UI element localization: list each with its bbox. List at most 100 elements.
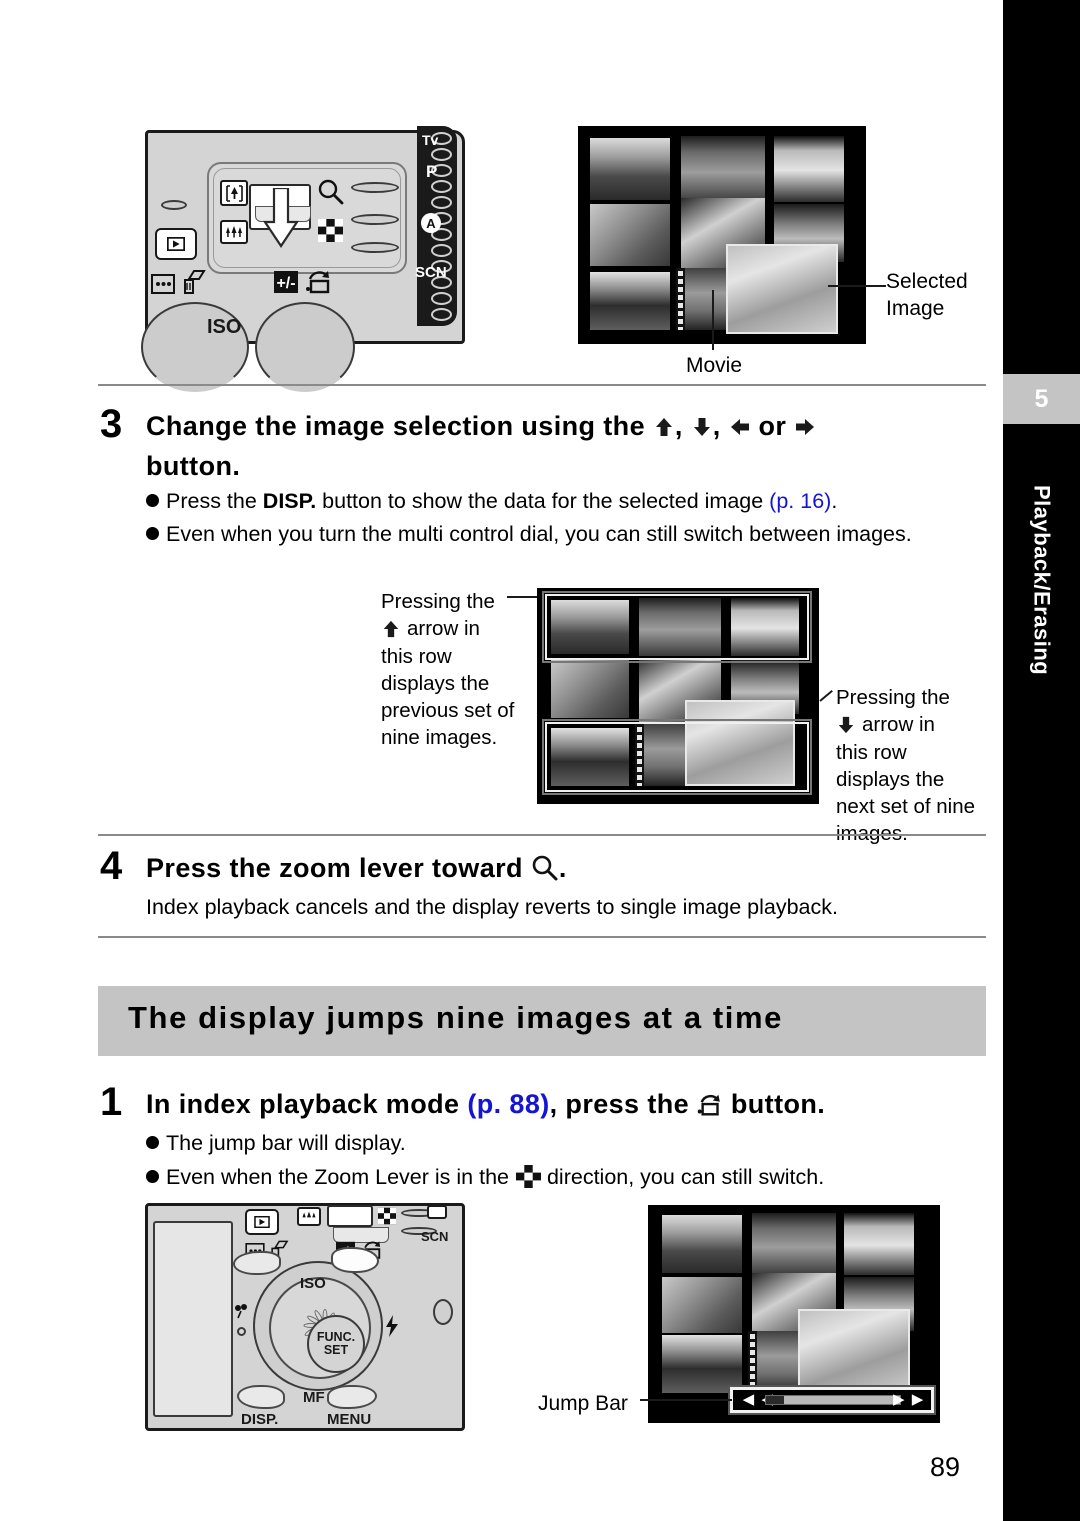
print-share-icon bbox=[697, 1091, 723, 1117]
bullet1-pre: Press the bbox=[166, 489, 263, 513]
step-4-body: Index playback cancels and the display r… bbox=[146, 895, 838, 919]
thumbnail-7 bbox=[590, 272, 670, 330]
thumbnail-3 bbox=[774, 136, 844, 202]
chapter-side-tab bbox=[1003, 0, 1080, 1521]
step-3-heading-line2: button. bbox=[146, 450, 241, 481]
anno-left-l2: arrow in bbox=[407, 617, 480, 641]
bullet-marker bbox=[146, 527, 159, 540]
thumbnail-4 bbox=[662, 1277, 742, 1333]
wide-zoom-icon bbox=[297, 1207, 321, 1226]
step-3-bullet-2: Even when you turn the multi control dia… bbox=[146, 519, 974, 550]
jump-next-icon[interactable]: ►► bbox=[889, 1391, 927, 1410]
lever-ridge-1 bbox=[351, 182, 399, 193]
step-1-number: 1 bbox=[100, 1080, 123, 1124]
anno-right-l5: next set of nine bbox=[836, 795, 976, 818]
playback-button[interactable] bbox=[245, 1209, 279, 1235]
bullet1-mid: button to show the data for the selected… bbox=[316, 489, 770, 513]
anno-left-l5: previous set of bbox=[381, 699, 515, 722]
camera-back-illustration: SCN +/- bbox=[145, 1203, 475, 1433]
film-strip-icon bbox=[676, 268, 685, 330]
step-3-bullet-1: Press the DISP. button to show the data … bbox=[146, 486, 986, 517]
zoom-lever-control[interactable] bbox=[327, 1205, 389, 1243]
step-3-number: 3 bbox=[100, 402, 123, 446]
index-icon bbox=[515, 1164, 541, 1190]
svg-text:A: A bbox=[426, 216, 436, 231]
power-button[interactable] bbox=[161, 200, 187, 210]
magnify-icon bbox=[531, 854, 559, 882]
mode-dial-tv: Tv bbox=[422, 132, 439, 148]
step-1-heading-mid: , press the bbox=[549, 1089, 690, 1119]
menu-label: MENU bbox=[327, 1411, 372, 1428]
manual-page: 5 Playback/Erasing Tv P A SCN +/- ISO Se… bbox=[0, 0, 1080, 1521]
divider-above-step3 bbox=[98, 384, 986, 386]
playback-button[interactable] bbox=[155, 228, 197, 260]
index-icon bbox=[317, 218, 344, 248]
film-strip-icon bbox=[635, 724, 644, 786]
bullet-marker bbox=[146, 1136, 159, 1149]
page-link-16[interactable]: (p. 16) bbox=[769, 489, 831, 513]
front-dial-arc-right bbox=[255, 302, 355, 392]
down-arrow-icon bbox=[836, 715, 856, 735]
film-strip-icon bbox=[748, 1331, 757, 1393]
step-4-heading-end: . bbox=[558, 853, 567, 883]
mf-label: MF bbox=[303, 1389, 325, 1406]
chapter-label: Playback/Erasing bbox=[1003, 430, 1080, 730]
thumbnail-1 bbox=[662, 1215, 742, 1273]
step-1-heading-text: In index playback mode bbox=[146, 1089, 460, 1119]
jump-bar-knob[interactable] bbox=[766, 1396, 784, 1404]
erase-trash-icon bbox=[181, 268, 209, 301]
thumbnail-selected bbox=[726, 244, 838, 334]
thumbnail-3 bbox=[731, 598, 799, 656]
control-wheel-ring[interactable]: FUNC. SET bbox=[269, 1277, 371, 1379]
bullet2-text: Even when you turn the multi control dia… bbox=[166, 522, 912, 546]
lever-ridge-2 bbox=[351, 214, 399, 225]
step-3-or: or bbox=[758, 411, 787, 441]
index-screen-bottom: ◄◄ ►► bbox=[648, 1205, 940, 1423]
mode-dial-scn: SCN bbox=[415, 264, 447, 281]
exposure-comp-icon: +/- bbox=[273, 270, 299, 299]
iso-label-top: ISO bbox=[207, 316, 242, 338]
step-3-sep2: , bbox=[712, 411, 721, 441]
up-arrow-icon bbox=[653, 411, 675, 436]
step-4-heading-text: Press the zoom lever toward bbox=[146, 853, 523, 883]
timer-dot bbox=[237, 1327, 246, 1336]
jump-bar[interactable]: ◄◄ ►► bbox=[728, 1385, 936, 1415]
anno-right-l1: Pressing the bbox=[836, 686, 950, 709]
jump-bar-track[interactable] bbox=[765, 1395, 901, 1405]
thumbnail-selected bbox=[798, 1309, 910, 1397]
page-number: 89 bbox=[930, 1452, 961, 1482]
thumbnail-3 bbox=[844, 1213, 914, 1275]
bullet-marker bbox=[146, 1170, 159, 1183]
display-grid-icon bbox=[151, 274, 175, 299]
anno-right-l3: this row bbox=[836, 740, 907, 764]
wheel-bottom-left-blob bbox=[237, 1385, 285, 1409]
step-1-heading: In index playback mode (p. 88), press th… bbox=[146, 1086, 986, 1124]
page-link-88[interactable]: (p. 88) bbox=[467, 1089, 549, 1119]
section-heading-title: The display jumps nine images at a time bbox=[128, 1000, 784, 1035]
mode-dial-scn: SCN bbox=[421, 1229, 449, 1244]
anno-left-l6: nine images. bbox=[381, 726, 498, 750]
jump-bar-callout-label: Jump Bar bbox=[538, 1392, 628, 1415]
annotation-right-leader bbox=[819, 689, 833, 702]
camera-lcd-screen bbox=[153, 1221, 233, 1417]
annotation-up-arrow-row: Pressing the arrow in this row displays … bbox=[381, 588, 541, 752]
anno-left-l4: displays the bbox=[381, 671, 490, 695]
anno-left-l3: this row bbox=[381, 644, 452, 668]
anno-right-l4: displays the bbox=[836, 767, 945, 791]
wheel-top-right-blob bbox=[331, 1247, 379, 1273]
thumbnail-4 bbox=[590, 204, 670, 266]
tele-zoom-icon bbox=[220, 180, 248, 206]
right-arrow-icon bbox=[794, 411, 816, 435]
bullet-marker bbox=[146, 494, 159, 507]
func-set-button[interactable]: FUNC. SET bbox=[307, 1315, 365, 1373]
index-screen-middle bbox=[537, 588, 819, 804]
lever-ridge-3 bbox=[351, 242, 399, 253]
callout-line-movie bbox=[712, 290, 714, 350]
thumbnail-selected bbox=[685, 700, 795, 786]
index-icon bbox=[377, 1207, 397, 1230]
mode-dial-a: A bbox=[420, 212, 442, 239]
step-3-sep1: , bbox=[674, 411, 683, 441]
thumbnail-2 bbox=[639, 598, 721, 656]
bullet2-post: direction, you can still switch. bbox=[546, 1165, 825, 1189]
annotation-down-arrow-row: Pressing the arrow in this row displays … bbox=[836, 684, 996, 848]
